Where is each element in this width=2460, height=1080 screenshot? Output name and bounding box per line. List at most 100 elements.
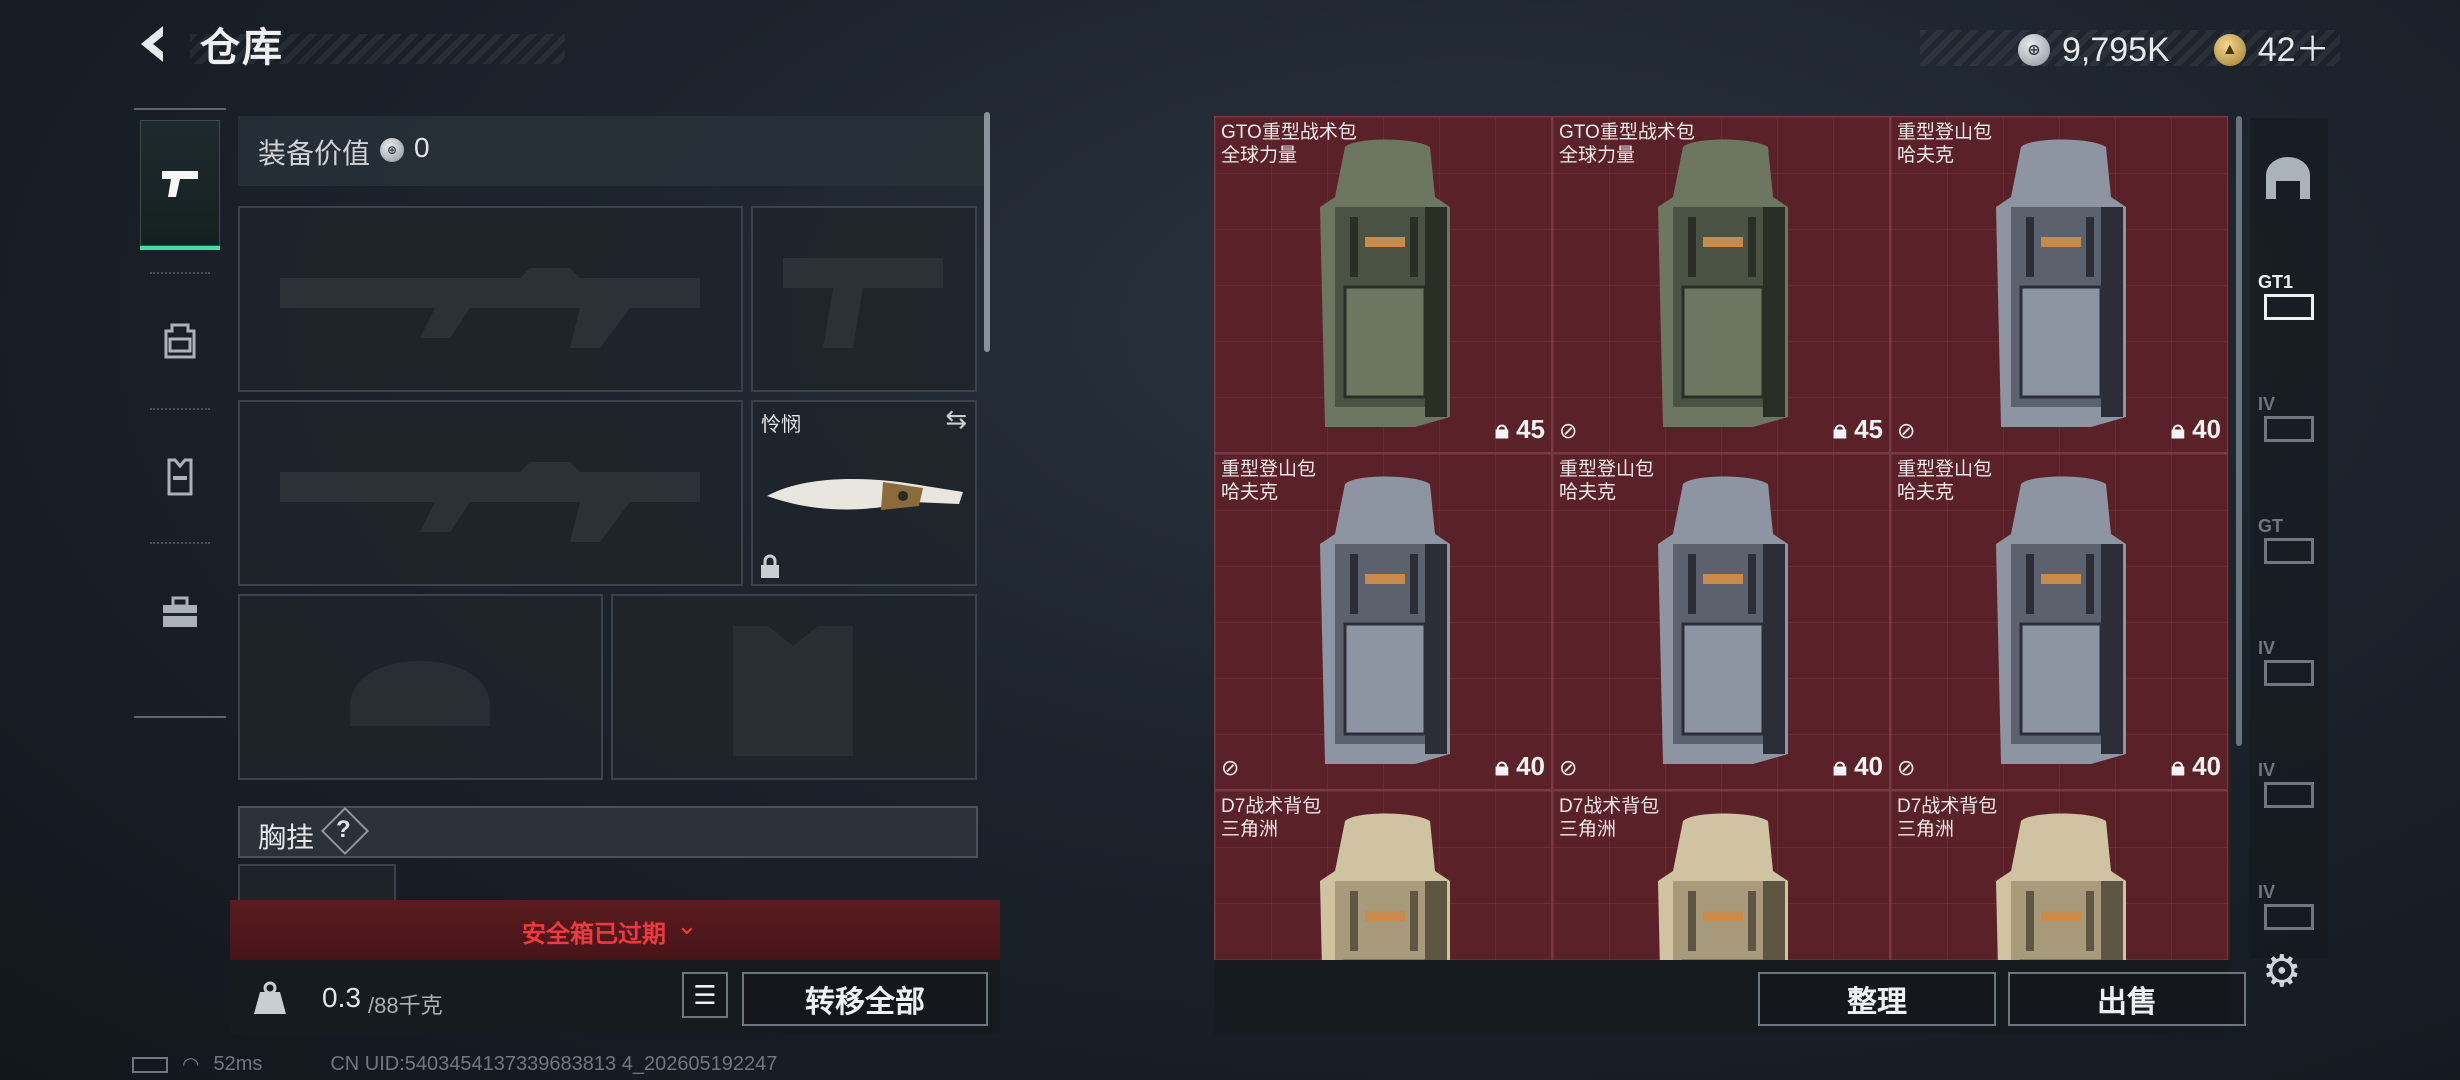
primary-weapon-slot[interactable] <box>238 206 743 392</box>
item-name-line1: D7战术背包 <box>1897 796 1998 817</box>
item-name: 重型登山包 哈夫克 <box>1897 121 1992 167</box>
warehouse-grid: GTO重型战术包 全球力量 🔒︎ 45 GTO重型战术包 全球力量 ⊘ 🔒︎ 45 … <box>1214 116 2230 960</box>
grid-item[interactable]: D7战术背包 三角洲 <box>1214 790 1552 960</box>
item-capacity-value: 40 <box>1854 751 1883 781</box>
armor-slot[interactable] <box>611 594 977 780</box>
sidearm-slot[interactable] <box>751 206 977 392</box>
tab-backpack[interactable] <box>140 278 220 404</box>
backpack-image <box>1996 476 2126 764</box>
pistol-icon <box>162 171 198 197</box>
grid-item[interactable]: 重型登山包 哈夫克 ⊘ 🔒︎ 40 <box>1890 453 2228 790</box>
safe-box-expired-bar[interactable]: 安全箱已过期 ⌄ <box>230 900 1000 960</box>
rifle-silhouette-icon-2 <box>280 462 700 542</box>
item-name-line1: GTO重型战术包 <box>1221 122 1357 143</box>
grid-item[interactable]: D7战术背包 三角洲 <box>1552 790 1890 960</box>
uid-text: CN UID:5403454137339683813 4_20260519224… <box>330 1053 778 1075</box>
storage-icon[interactable] <box>2256 146 2320 210</box>
item-capacity-value: 45 <box>1516 414 1545 444</box>
melee-slot[interactable]: 怜悯 ⇆ <box>751 400 977 586</box>
item-capacity-value: 40 <box>2192 414 2221 444</box>
chest-rig-slot[interactable] <box>238 864 396 904</box>
helmet-slot[interactable] <box>238 594 603 780</box>
grid-item[interactable]: GTO重型战术包 全球力量 ⊘ 🔒︎ 45 <box>1552 116 1890 453</box>
item-brand: 三角洲 <box>1897 819 1955 840</box>
item-name: D7战术背包 三角洲 <box>1559 795 1659 841</box>
no-carry-icon: ⊘ <box>1897 755 1916 780</box>
secondary-weapon-slot[interactable] <box>238 400 743 586</box>
backpack-image <box>1658 139 1788 427</box>
chest-rig-header[interactable]: 胸挂 ? <box>238 806 978 858</box>
iv-vest-icon[interactable]: IV <box>2256 634 2320 698</box>
gt1-backpack-icon[interactable]: GT1 <box>2256 268 2320 332</box>
iv-backpack-icon[interactable]: IV <box>2256 390 2320 454</box>
rifle-silhouette-icon <box>280 268 700 348</box>
sort-button[interactable]: 整理 <box>1758 972 1996 1026</box>
item-name: GTO重型战术包 全球力量 <box>1559 121 1695 167</box>
list-icon[interactable]: ☰ <box>682 972 728 1018</box>
iv-vest-icon-2[interactable]: IV <box>2256 756 2320 820</box>
help-mark: ? <box>336 816 351 843</box>
settings-gear-icon[interactable]: ⚙ <box>2262 946 2301 997</box>
gold-amount[interactable]: 42＋ <box>2258 30 2330 70</box>
no-carry-icon: ⊘ <box>1221 755 1240 780</box>
melee-name: 怜悯 <box>761 414 801 436</box>
battery-icon <box>132 1056 168 1073</box>
backpack-icon <box>164 323 196 359</box>
item-name: D7战术背包 三角洲 <box>1897 795 1997 841</box>
backpack-image <box>1320 476 1450 764</box>
iv-vest-icon-3[interactable]: IV <box>2256 878 2320 942</box>
backpack-image <box>1320 813 1450 960</box>
gt-vest-icon[interactable]: GT <box>2256 512 2320 576</box>
sell-button[interactable]: 出售 <box>2008 972 2246 1026</box>
item-name-line1: 重型登山包 <box>1897 459 1993 480</box>
item-name: 重型登山包 哈夫克 <box>1897 458 1992 504</box>
item-capacity-value: 40 <box>2192 751 2221 781</box>
chest-rig-label: 胸挂 <box>258 822 315 853</box>
item-name: 重型登山包 哈夫克 <box>1221 458 1316 504</box>
capacity-max: /88千克 <box>368 993 443 1018</box>
item-capacity: 🔒︎ 40 <box>1833 751 1883 781</box>
value-coin-icon: ⊕ <box>380 138 404 162</box>
swap-icon[interactable]: ⇆ <box>945 404 967 435</box>
grid-item[interactable]: 重型登山包 哈夫克 ⊘ 🔒︎ 40 <box>1214 453 1552 790</box>
grid-footer: 整理 出售 <box>1214 960 2246 1034</box>
item-name-line1: GTO重型战术包 <box>1559 122 1695 143</box>
backpack-image <box>1658 476 1788 764</box>
silver-coin-icon: ⊕ <box>2018 34 2050 66</box>
equipment-value: 0 <box>414 132 430 163</box>
transfer-all-button[interactable]: 转移全部 <box>742 972 988 1026</box>
no-carry-icon: ⊘ <box>1897 418 1916 443</box>
toolbox-icon <box>163 596 197 627</box>
tab-vest[interactable] <box>140 414 220 540</box>
item-name-line1: 重型登山包 <box>1559 459 1655 480</box>
status-bar: ◠ 52ms CN UID:5403454137339683813 4_2026… <box>132 1052 777 1077</box>
category-tabs <box>134 108 226 718</box>
vest-icon <box>167 458 193 496</box>
item-name: GTO重型战术包 全球力量 <box>1221 121 1357 167</box>
safe-box-text: 安全箱已过期 <box>522 921 666 948</box>
wifi-icon: ◠ <box>182 1054 200 1076</box>
capacity-bar: 0.3 /88千克 ☰ 转移全部 <box>230 960 1000 1034</box>
backpack-image <box>1658 813 1788 960</box>
tab-case[interactable] <box>140 550 220 676</box>
equipment-scrollbar[interactable] <box>984 112 990 352</box>
item-brand: 全球力量 <box>1559 145 1636 166</box>
weight-icon <box>254 981 286 1014</box>
backpack-image <box>1320 139 1450 427</box>
item-capacity: 🔒︎ 40 <box>2171 751 2221 781</box>
grid-item[interactable]: 重型登山包 哈夫克 ⊘ 🔒︎ 40 <box>1890 116 2228 453</box>
grid-item[interactable]: 重型登山包 哈夫克 ⊘ 🔒︎ 40 <box>1552 453 1890 790</box>
chevron-down-icon: ⌄ <box>676 910 698 940</box>
back-icon[interactable] <box>130 22 180 74</box>
item-capacity-value: 45 <box>1854 414 1883 444</box>
grid-item[interactable]: GTO重型战术包 全球力量 🔒︎ 45 <box>1214 116 1552 453</box>
backpack-image <box>1996 813 2126 960</box>
gold-coin-icon: ▲ <box>2213 34 2246 66</box>
grid-scrollbar[interactable] <box>2236 116 2242 746</box>
silver-amount: 9,795K <box>2062 31 2170 69</box>
grid-item[interactable]: D7战术背包 三角洲 <box>1890 790 2228 960</box>
tab-weapons[interactable] <box>140 120 220 250</box>
item-brand: 哈夫克 <box>1897 145 1955 166</box>
item-name-line1: D7战术背包 <box>1559 796 1660 817</box>
item-brand: 全球力量 <box>1221 145 1298 166</box>
